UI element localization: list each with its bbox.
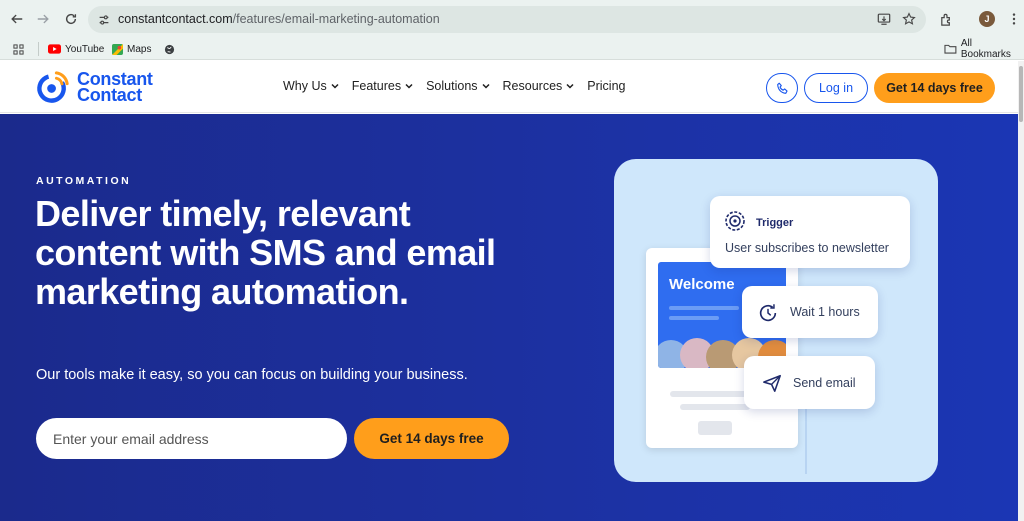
nav-label: Resources <box>502 79 563 93</box>
chevron-down-icon <box>331 83 339 89</box>
phone-button[interactable] <box>766 73 798 103</box>
arrow-left-icon <box>11 14 23 24</box>
logo-text: Constant Contact <box>77 70 153 105</box>
arrow-right-icon <box>37 14 49 24</box>
free-trial-button[interactable]: Get 14 days free <box>874 73 995 103</box>
logo-line-2: Contact <box>77 84 142 105</box>
bookmark-star-icon[interactable] <box>901 11 917 27</box>
hero-free-trial-button[interactable]: Get 14 days free <box>354 418 509 459</box>
trigger-title: Trigger <box>756 217 794 229</box>
wait-card: Wait 1 hours <box>742 286 878 338</box>
bookmarks-separator <box>38 42 39 56</box>
forward-button[interactable] <box>33 9 53 29</box>
phone-icon <box>776 82 788 94</box>
profile-avatar[interactable]: J <box>979 11 995 27</box>
all-bookmarks[interactable]: All Bookmarks <box>944 38 1024 60</box>
wait-label: Wait 1 hours <box>790 305 860 319</box>
chevron-down-icon <box>566 83 574 89</box>
url-text: constantcontact.com/features/email-marke… <box>118 12 440 26</box>
menu-kebab-icon[interactable] <box>1005 10 1023 28</box>
email-input[interactable] <box>36 418 347 459</box>
trigger-card: Trigger User subscribes to newsletter <box>710 196 910 268</box>
trigger-gear-icon <box>724 210 746 232</box>
nav-resources[interactable]: Resources <box>503 79 575 93</box>
scrollbar-thumb[interactable] <box>1019 66 1023 122</box>
main-nav: Why Us Features Solutions Resources Pric… <box>283 79 626 93</box>
send-email-label: Send email <box>793 376 856 390</box>
image-line-placeholder <box>669 316 719 320</box>
nav-label: Features <box>351 79 402 93</box>
address-bar[interactable]: constantcontact.com/features/email-marke… <box>88 6 926 33</box>
back-button[interactable] <box>7 9 27 29</box>
bookmark-label: Maps <box>127 43 152 55</box>
bookmarks-bar: YouTube Maps All Bookmarks <box>0 38 1024 60</box>
hero-section: AUTOMATION Deliver timely, relevant cont… <box>0 114 1018 521</box>
extensions-icon[interactable] <box>937 10 955 28</box>
maps-icon <box>112 43 123 55</box>
apps-grid-icon[interactable] <box>13 41 24 57</box>
reload-button[interactable] <box>61 9 81 29</box>
globe-icon[interactable] <box>164 41 175 57</box>
all-bookmarks-label: All Bookmarks <box>960 38 1011 60</box>
reload-icon <box>65 13 77 25</box>
nav-pricing[interactable]: Pricing <box>587 79 625 93</box>
image-line-placeholder <box>669 306 739 310</box>
chevron-down-icon <box>405 83 413 89</box>
site-info-icon[interactable] <box>96 12 112 28</box>
logo[interactable]: Constant Contact <box>36 69 153 104</box>
nav-label: Solutions <box>426 79 478 93</box>
text-line-placeholder <box>680 404 750 410</box>
bookmark-youtube[interactable]: YouTube <box>48 41 104 57</box>
nav-features[interactable]: Features <box>352 79 413 93</box>
bookmark-maps[interactable]: Maps <box>112 41 151 57</box>
clock-icon <box>756 301 780 325</box>
send-email-card: Send email <box>744 356 875 409</box>
trigger-description: User subscribes to newsletter <box>725 241 889 255</box>
youtube-icon <box>48 44 61 54</box>
welcome-text: Welcome <box>669 276 735 293</box>
url-host: constantcontact.com <box>118 12 233 26</box>
hero-subcopy: Our tools make it easy, so you can focus… <box>36 367 468 383</box>
url-path: /features/email-marketing-automation <box>232 12 440 26</box>
page-scrollbar[interactable] <box>1018 61 1024 521</box>
hero-headline: Deliver timely, relevant content with SM… <box>35 193 496 312</box>
browser-toolbar: constantcontact.com/features/email-marke… <box>0 0 1024 38</box>
hero-eyebrow: AUTOMATION <box>36 175 132 187</box>
constant-contact-logo-icon <box>37 71 69 103</box>
nav-label: Why Us <box>283 79 327 93</box>
nav-why-us[interactable]: Why Us <box>283 79 339 93</box>
bookmark-label: YouTube <box>65 43 105 55</box>
paper-plane-icon <box>761 372 783 394</box>
chevron-down-icon <box>482 83 490 89</box>
site-header: Constant Contact Why Us Features Solutio… <box>0 61 1024 113</box>
nav-solutions[interactable]: Solutions <box>426 79 490 93</box>
folder-icon <box>944 44 957 54</box>
login-button[interactable]: Log in <box>804 73 868 103</box>
install-app-icon[interactable] <box>876 11 892 27</box>
button-placeholder <box>698 421 732 435</box>
nav-label: Pricing <box>587 79 626 93</box>
